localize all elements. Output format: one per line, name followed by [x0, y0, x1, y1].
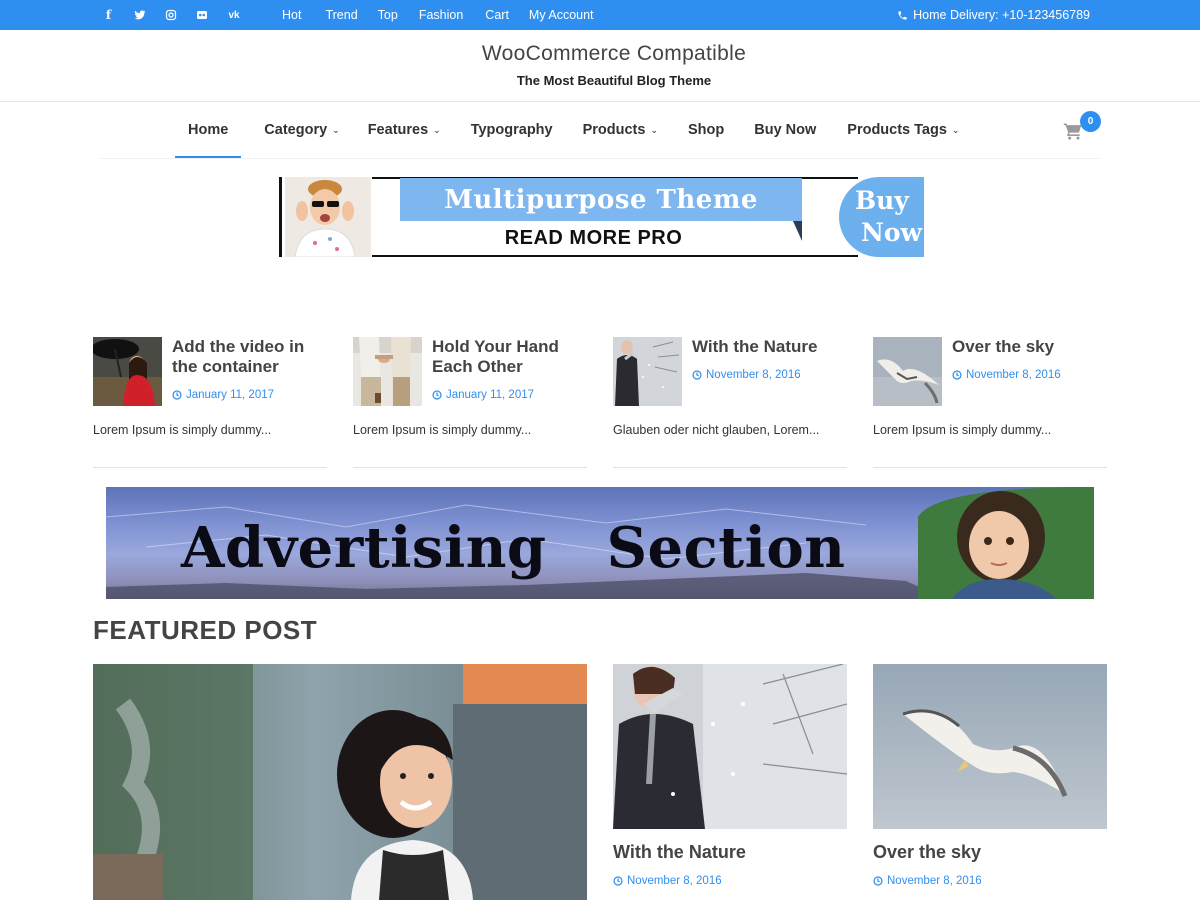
- post-title[interactable]: Hold Your Hand Each Other: [432, 337, 590, 377]
- nav-products-tags[interactable]: Products Tags ⌄: [816, 102, 959, 158]
- featured-card-title[interactable]: With the Nature: [613, 842, 746, 863]
- post-date-text: November 8, 2016: [706, 369, 801, 381]
- site-tagline: The Most Beautiful Blog Theme: [516, 73, 712, 88]
- post-date-text: November 8, 2016: [966, 369, 1061, 381]
- top-bar: f vk Hot Trend Top Fashion Cart My Accou…: [0, 0, 1200, 30]
- post-title[interactable]: Add the video in the container: [172, 337, 330, 377]
- nav-category[interactable]: Category ⌄: [241, 102, 339, 158]
- home-delivery: Home Delivery: +10-123456789: [897, 0, 1090, 30]
- pro-banner[interactable]: Multipurpose Theme READ MORE PRO Buy Now: [279, 177, 924, 257]
- top-nav-fashion[interactable]: Fashion: [419, 8, 463, 22]
- chevron-down-icon: ⌄: [433, 124, 441, 135]
- top-nav-cart[interactable]: Cart: [485, 8, 509, 22]
- post-divider: [613, 467, 847, 468]
- top-nav-hot[interactable]: Hot: [282, 8, 301, 22]
- nav-divider: [100, 158, 1100, 159]
- post-excerpt: Lorem Ipsum is simply dummy...: [353, 423, 532, 437]
- featured-card-title[interactable]: Over the sky: [873, 842, 981, 863]
- post-thumbnail[interactable]: [613, 337, 682, 406]
- instagram-icon[interactable]: [162, 7, 179, 24]
- nav-label: Category: [264, 122, 328, 138]
- featured-card: Over the sky November 8, 2016: [873, 664, 1107, 887]
- clock-icon: [172, 390, 182, 400]
- banner-boy-image: [285, 177, 371, 257]
- advertising-text: Advertising Section: [181, 515, 846, 581]
- clock-icon: [692, 370, 702, 380]
- banner-left-bar: [279, 177, 282, 257]
- buy-now-line1: Buy: [855, 186, 909, 215]
- nav-home[interactable]: Home: [175, 102, 242, 158]
- clock-icon: [432, 390, 442, 400]
- flickr-icon[interactable]: [193, 7, 210, 24]
- featured-card-image[interactable]: [873, 664, 1107, 829]
- top-nav: Hot Trend Top Fashion Cart My Account: [282, 0, 614, 30]
- main-nav: Home Category ⌄ Features ⌄ Typography Pr…: [175, 102, 959, 158]
- banner-headline: Multipurpose Theme: [400, 178, 802, 221]
- post-excerpt: Lorem Ipsum is simply dummy...: [873, 423, 1052, 437]
- clock-icon: [952, 370, 962, 380]
- post-divider: [873, 467, 1107, 468]
- chevron-down-icon: ⌄: [332, 124, 340, 135]
- top-nav-my-account[interactable]: My Account: [529, 8, 594, 22]
- buy-now-button[interactable]: Buy Now: [839, 177, 924, 257]
- featured-card-date[interactable]: November 8, 2016: [613, 875, 722, 887]
- nav-label: Features: [367, 122, 429, 138]
- chevron-down-icon: ⌄: [650, 124, 658, 135]
- post-date[interactable]: November 8, 2016: [692, 369, 801, 381]
- nav-label: Buy Now: [754, 122, 817, 138]
- facebook-icon[interactable]: f: [100, 7, 117, 24]
- post-card: Over the sky November 8, 2016 Lorem Ipsu…: [873, 337, 1107, 469]
- advertising-banner[interactable]: Advertising Section: [106, 487, 1094, 599]
- post-date-text: January 11, 2017: [186, 389, 275, 401]
- nav-features[interactable]: Features ⌄: [340, 102, 441, 158]
- nav-label: Products: [582, 122, 646, 138]
- featured-card-date[interactable]: November 8, 2016: [873, 875, 982, 887]
- nav-label: Home: [188, 122, 229, 138]
- clock-icon: [873, 876, 883, 886]
- phone-icon: [898, 10, 907, 20]
- post-thumbnail[interactable]: [353, 337, 422, 406]
- featured-main-image[interactable]: [93, 664, 587, 900]
- nav-label: Products Tags: [847, 122, 947, 138]
- post-date[interactable]: January 11, 2017: [172, 389, 274, 401]
- featured-card-date-text: November 8, 2016: [887, 875, 982, 887]
- nav-label: Shop: [688, 122, 725, 138]
- post-excerpt: Glauben oder nicht glauben, Lorem...: [613, 423, 820, 437]
- post-divider: [353, 467, 587, 468]
- social-links: f vk: [100, 0, 244, 30]
- vk-icon[interactable]: vk: [224, 7, 244, 24]
- chevron-down-icon: ⌄: [951, 124, 960, 135]
- clock-icon: [613, 876, 623, 886]
- top-nav-trend[interactable]: Trend: [325, 8, 357, 22]
- post-excerpt: Lorem Ipsum is simply dummy...: [93, 423, 272, 437]
- post-card: With the Nature November 8, 2016 Glauben…: [613, 337, 847, 469]
- twitter-icon[interactable]: [131, 7, 148, 24]
- post-thumbnail[interactable]: [873, 337, 942, 406]
- nav-products[interactable]: Products ⌄: [553, 102, 658, 158]
- post-thumbnail[interactable]: [93, 337, 162, 406]
- nav-shop[interactable]: Shop: [658, 102, 724, 158]
- featured-card: With the Nature November 8, 2016: [613, 664, 847, 887]
- post-divider: [93, 467, 327, 468]
- post-date[interactable]: January 11, 2017: [432, 389, 534, 401]
- post-date-text: January 11, 2017: [446, 389, 535, 401]
- delivery-text: Home Delivery: +10-123456789: [913, 8, 1090, 22]
- post-title[interactable]: With the Nature: [692, 337, 850, 357]
- post-card: Add the video in the container January 1…: [93, 337, 327, 469]
- featured-card-date-text: November 8, 2016: [627, 875, 722, 887]
- nav-typography[interactable]: Typography: [441, 102, 553, 158]
- featured-card-image[interactable]: [613, 664, 847, 829]
- buy-now-line2: Now: [861, 218, 923, 247]
- post-title[interactable]: Over the sky: [952, 337, 1110, 357]
- top-nav-top[interactable]: Top: [378, 8, 398, 22]
- nav-buy-now[interactable]: Buy Now: [724, 102, 816, 158]
- nav-label: Typography: [470, 122, 553, 138]
- featured-post-heading: FEATURED POST: [93, 615, 318, 645]
- site-title[interactable]: WooCommerce Compatible: [0, 42, 1200, 66]
- post-date[interactable]: November 8, 2016: [952, 369, 1061, 381]
- post-card: Hold Your Hand Each Other January 11, 20…: [353, 337, 587, 469]
- read-more-pro-link[interactable]: READ MORE PRO: [372, 227, 815, 250]
- cart-count-badge: 0: [1080, 111, 1101, 132]
